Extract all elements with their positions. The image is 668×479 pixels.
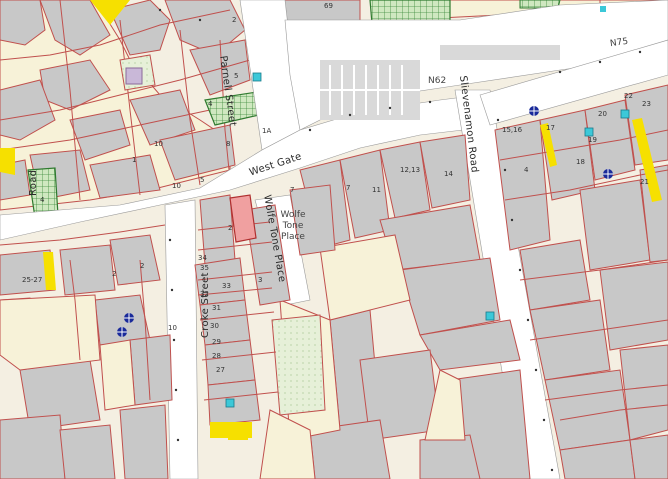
house-number: 31 (212, 304, 221, 312)
house-number: 7 (346, 184, 351, 192)
blue-target-icon[interactable] (529, 106, 539, 116)
house-number: 32 (200, 290, 209, 298)
cyan-marker[interactable] (620, 109, 630, 119)
cyan-marker[interactable] (225, 398, 235, 408)
blue-target-icon[interactable] (124, 313, 134, 323)
house-number: 5 (234, 72, 239, 80)
house-number: 2 (140, 262, 145, 270)
house-number: 10 (168, 324, 177, 332)
house-number: 12,13 (400, 166, 421, 174)
house-number: 1 (132, 156, 137, 164)
house-number: 2 (112, 270, 117, 278)
house-number: 29 (212, 338, 221, 346)
house-number: 2 (232, 16, 237, 24)
house-number: 7 (290, 186, 295, 194)
cyan-marker[interactable] (252, 72, 262, 82)
house-number: 4 (40, 196, 45, 204)
house-number: 2 (228, 224, 233, 232)
cyan-marker[interactable] (485, 311, 495, 321)
house-number: 5 (200, 176, 205, 184)
house-number: 20 (598, 110, 607, 118)
road-label-n62: N62 (428, 76, 447, 86)
house-number: 35 (200, 264, 209, 272)
cyan-marker[interactable] (600, 6, 606, 12)
house-number: 15,16 (502, 126, 523, 134)
green-dots-central (271, 314, 326, 416)
road-north-parking (440, 45, 560, 60)
house-number: 10 (172, 182, 181, 190)
house-number: 30 (210, 322, 219, 330)
yellow-marker-croke-2 (228, 430, 248, 440)
house-number: 34 (198, 254, 207, 262)
house-number: 19 (588, 136, 597, 144)
street-label-wolfe-tone-place: Wolfe Tone Place (280, 210, 306, 242)
house-number: 8 (226, 140, 231, 148)
street-label-road-left: Road (28, 169, 39, 196)
house-number: 18 (576, 158, 585, 166)
house-number: 28 (212, 352, 221, 360)
house-number: 23 (642, 100, 651, 108)
house-number: 10 (154, 140, 163, 148)
house-number: 1A (262, 127, 272, 135)
map-layer (0, 0, 668, 479)
house-number: 69 (324, 2, 333, 10)
map-canvas[interactable]: Parnell Street West Gate Wolfe Tone Plac… (0, 0, 668, 479)
house-number: 25-27 (22, 276, 43, 284)
house-number: 33 (222, 282, 231, 290)
cyan-marker[interactable] (584, 127, 594, 137)
blue-target-icon[interactable] (117, 327, 127, 337)
house-number: 4 (524, 166, 529, 174)
house-number: 11 (372, 186, 381, 194)
yellow-marker-left (0, 148, 15, 175)
house-number: 14 (444, 170, 453, 178)
purple-parcel (125, 67, 143, 85)
house-number: 27 (216, 366, 225, 374)
house-number: 22 (624, 92, 633, 100)
blue-target-icon[interactable] (603, 169, 613, 179)
house-number: 17 (546, 124, 555, 132)
house-number: 3 (258, 276, 263, 284)
house-number: 21 (640, 178, 649, 186)
house-number: 4 (208, 100, 213, 108)
